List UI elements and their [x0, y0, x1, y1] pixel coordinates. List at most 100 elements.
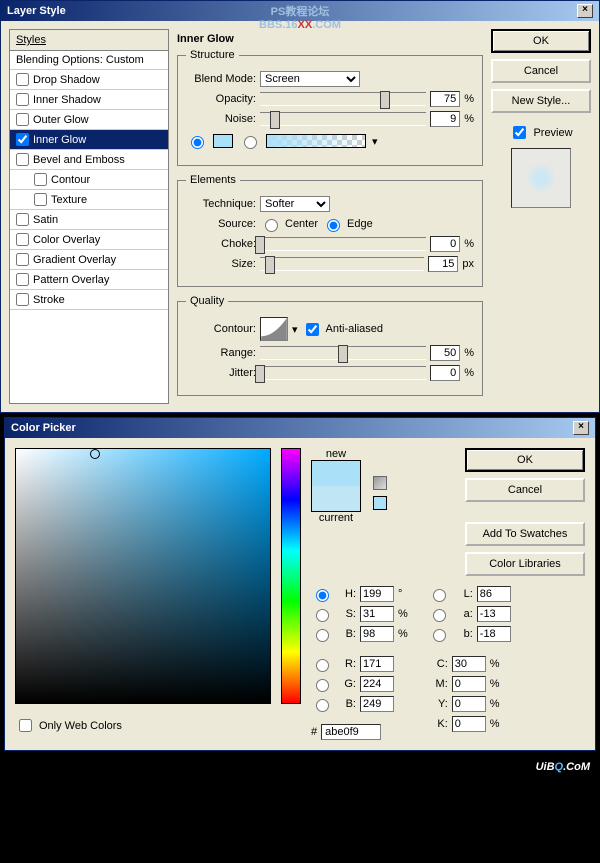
noise-slider[interactable]: [260, 112, 426, 126]
a-radio[interactable]: [433, 609, 446, 622]
choke-value[interactable]: 0: [430, 236, 460, 252]
chevron-down-icon[interactable]: ▾: [372, 135, 378, 148]
cancel-button[interactable]: Cancel: [491, 59, 591, 83]
blending-options-item[interactable]: Blending Options: Custom: [10, 51, 168, 70]
style-inner-glow[interactable]: Inner Glow: [10, 130, 168, 150]
add-swatches-button[interactable]: Add To Swatches: [465, 522, 585, 546]
s-input[interactable]: [360, 606, 394, 622]
b-hsb-input[interactable]: [360, 626, 394, 642]
outer-glow-checkbox[interactable]: [16, 113, 29, 126]
jitter-label: Jitter:: [186, 367, 256, 379]
range-value[interactable]: 50: [430, 345, 460, 361]
bevel-checkbox[interactable]: [16, 153, 29, 166]
glow-color-swatch[interactable]: [213, 134, 233, 148]
satin-checkbox[interactable]: [16, 213, 29, 226]
texture-checkbox[interactable]: [34, 193, 47, 206]
choke-slider[interactable]: [260, 237, 426, 251]
g-input[interactable]: [360, 676, 394, 692]
contour-label: Contour:: [186, 323, 256, 335]
opacity-slider[interactable]: [260, 92, 426, 106]
style-outer-glow[interactable]: Outer Glow: [10, 110, 168, 130]
gradient-radio[interactable]: [244, 136, 257, 149]
styles-list: Styles Blending Options: Custom Drop Sha…: [9, 29, 169, 404]
hue-slider[interactable]: [281, 448, 301, 704]
inner-glow-checkbox[interactable]: [16, 133, 29, 146]
noise-value[interactable]: 9: [430, 111, 460, 127]
pattern-overlay-checkbox[interactable]: [16, 273, 29, 286]
y-input[interactable]: [452, 696, 486, 712]
elements-group: Elements Technique: Softer Source: Cente…: [177, 174, 483, 287]
color-overlay-checkbox[interactable]: [16, 233, 29, 246]
new-color-swatch[interactable]: [312, 461, 360, 486]
style-color-overlay[interactable]: Color Overlay: [10, 230, 168, 250]
new-style-button[interactable]: New Style...: [491, 89, 591, 113]
opacity-label: Opacity:: [186, 93, 256, 105]
current-color-swatch[interactable]: [312, 486, 360, 511]
color-radio[interactable]: [191, 136, 204, 149]
range-slider[interactable]: [260, 346, 426, 360]
styles-header[interactable]: Styles: [10, 30, 168, 51]
quality-legend: Quality: [186, 295, 228, 307]
contour-checkbox[interactable]: [34, 173, 47, 186]
jitter-value[interactable]: 0: [430, 365, 460, 381]
blend-mode-select[interactable]: Screen: [260, 71, 360, 87]
h-input[interactable]: [360, 586, 394, 602]
style-satin[interactable]: Satin: [10, 210, 168, 230]
elements-legend: Elements: [186, 174, 240, 186]
center-radio[interactable]: [265, 219, 278, 232]
g-radio[interactable]: [316, 679, 329, 692]
color-picker-titlebar: Color Picker ×: [5, 418, 595, 438]
hex-input[interactable]: [321, 724, 381, 740]
anti-aliased-checkbox[interactable]: [306, 323, 319, 336]
settings-panel: Inner Glow Structure Blend Mode: Screen …: [177, 29, 483, 404]
style-gradient-overlay[interactable]: Gradient Overlay: [10, 250, 168, 270]
cp-cancel-button[interactable]: Cancel: [465, 478, 585, 502]
style-bevel-emboss[interactable]: Bevel and Emboss: [10, 150, 168, 170]
style-inner-shadow[interactable]: Inner Shadow: [10, 90, 168, 110]
r-radio[interactable]: [316, 659, 329, 672]
s-radio[interactable]: [316, 609, 329, 622]
inner-shadow-checkbox[interactable]: [16, 93, 29, 106]
chevron-down-icon[interactable]: ▾: [292, 323, 298, 336]
style-contour[interactable]: Contour: [10, 170, 168, 190]
ok-button[interactable]: OK: [491, 29, 591, 53]
color-libraries-button[interactable]: Color Libraries: [465, 552, 585, 576]
style-pattern-overlay[interactable]: Pattern Overlay: [10, 270, 168, 290]
size-slider[interactable]: [260, 257, 424, 271]
b-rgb-input[interactable]: [360, 696, 394, 712]
edge-radio[interactable]: [327, 219, 340, 232]
lab-b-radio[interactable]: [433, 629, 446, 642]
k-input[interactable]: [452, 716, 486, 732]
noise-label: Noise:: [186, 113, 256, 125]
c-input[interactable]: [452, 656, 486, 672]
b2-radio[interactable]: [316, 699, 329, 712]
b-radio[interactable]: [316, 629, 329, 642]
contour-picker[interactable]: [260, 317, 288, 341]
style-stroke[interactable]: Stroke: [10, 290, 168, 310]
l-radio[interactable]: [433, 589, 446, 602]
gradient-overlay-checkbox[interactable]: [16, 253, 29, 266]
cp-ok-button[interactable]: OK: [465, 448, 585, 472]
style-texture[interactable]: Texture: [10, 190, 168, 210]
gradient-picker[interactable]: [266, 134, 366, 148]
r-input[interactable]: [360, 656, 394, 672]
close-icon[interactable]: ×: [573, 421, 589, 435]
a-input[interactable]: [477, 606, 511, 622]
gamut-warning-icon[interactable]: [373, 476, 387, 490]
only-web-checkbox[interactable]: [19, 719, 32, 732]
close-icon[interactable]: ×: [577, 4, 593, 18]
saturation-value-field[interactable]: [15, 448, 271, 704]
drop-shadow-checkbox[interactable]: [16, 73, 29, 86]
opacity-value[interactable]: 75: [430, 91, 460, 107]
h-radio[interactable]: [316, 589, 329, 602]
websafe-swatch[interactable]: [373, 496, 387, 510]
l-input[interactable]: [477, 586, 511, 602]
size-value[interactable]: 15: [428, 256, 458, 272]
preview-checkbox[interactable]: [513, 126, 526, 139]
stroke-checkbox[interactable]: [16, 293, 29, 306]
jitter-slider[interactable]: [260, 366, 426, 380]
style-drop-shadow[interactable]: Drop Shadow: [10, 70, 168, 90]
m-input[interactable]: [452, 676, 486, 692]
b-lab-input[interactable]: [477, 626, 511, 642]
technique-select[interactable]: Softer: [260, 196, 330, 212]
